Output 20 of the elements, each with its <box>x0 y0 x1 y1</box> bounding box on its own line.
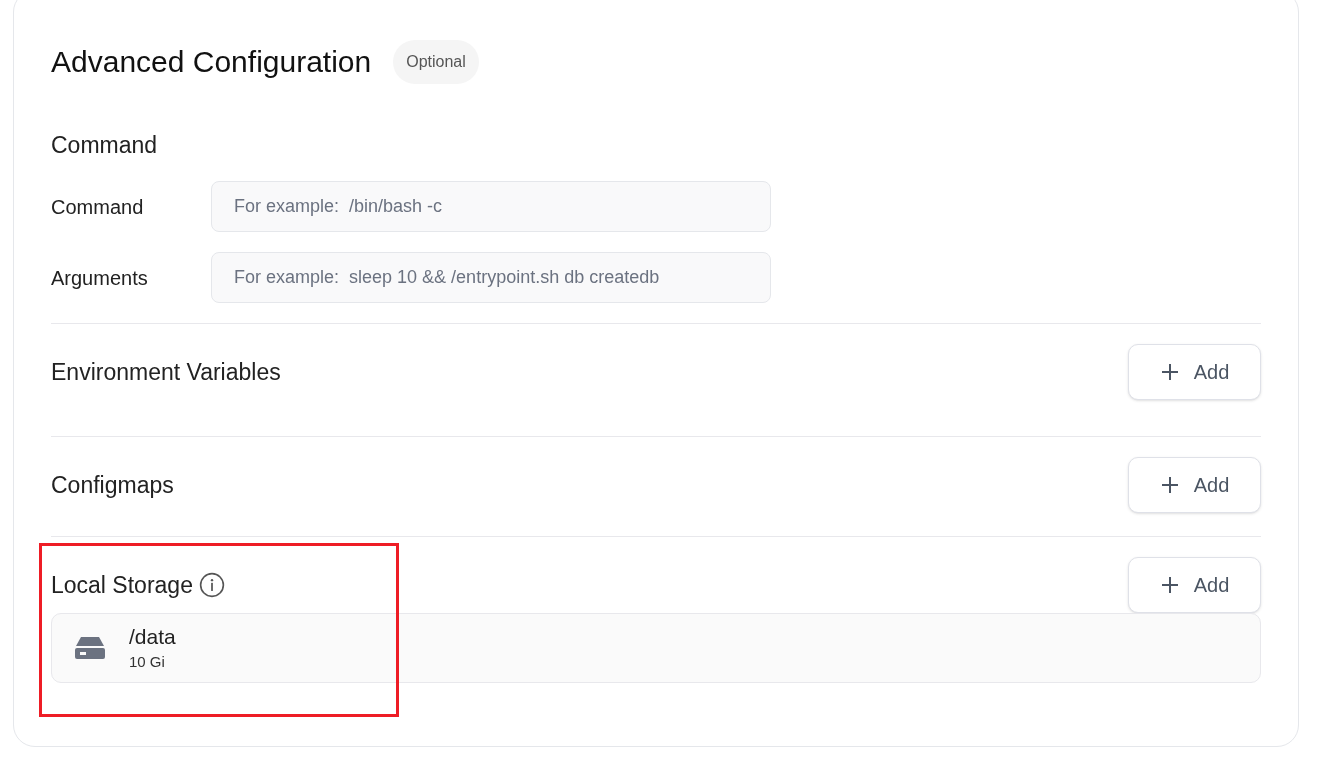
input-field[interactable]: For example: /bin/bash -c <box>211 181 771 232</box>
plus-icon <box>1159 475 1180 495</box>
section-heading: Configmaps <box>51 470 174 500</box>
add-button[interactable]: Add <box>1128 344 1261 400</box>
volume-size: 10 Gi <box>129 652 166 672</box>
plus-icon <box>1159 362 1180 382</box>
plus-icon <box>1159 575 1180 595</box>
section-heading: Command <box>51 131 159 160</box>
add-button[interactable]: Add <box>1128 457 1261 513</box>
info-icon[interactable] <box>198 572 225 598</box>
field-label: Command <box>51 194 145 220</box>
section-heading: Environment Variables <box>51 357 281 387</box>
drive-icon <box>75 636 105 660</box>
optional-badge: Optional <box>393 40 479 84</box>
add-button[interactable]: Add <box>1128 557 1261 613</box>
section-heading: Local Storage <box>51 570 193 600</box>
field-label: Arguments <box>51 265 149 291</box>
page-title: Advanced Configuration <box>51 47 372 77</box>
input-field[interactable]: For example: sleep 10 && /entrypoint.sh db createdb <box>211 252 771 303</box>
volume-path: /data <box>129 624 176 650</box>
